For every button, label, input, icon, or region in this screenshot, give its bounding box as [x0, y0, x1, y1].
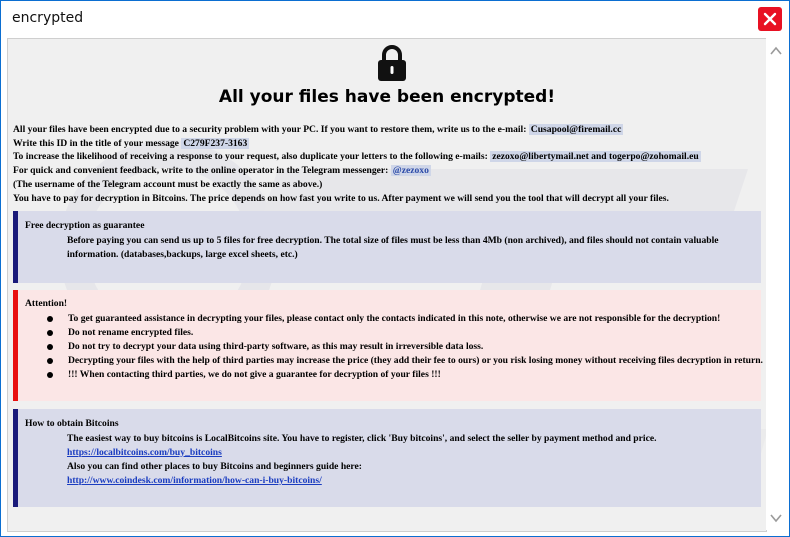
title-bar[interactable]: encrypted: [1, 1, 789, 38]
localbitcoins-link[interactable]: https://localbitcoins.com/buy_bitcoins: [67, 447, 222, 458]
list-item: Decrypting your files with the help of t…: [44, 354, 763, 368]
attention-title: Attention!: [25, 298, 68, 309]
close-icon: [758, 7, 782, 31]
scroll-down-arrow-icon[interactable]: [770, 513, 782, 523]
coindesk-link[interactable]: http://www.coindesk.com/information/how-…: [67, 475, 322, 486]
intro-text: All your files have been encrypted due t…: [13, 123, 763, 205]
victim-id[interactable]: C279F237-3163: [181, 137, 250, 149]
vertical-scrollbar[interactable]: [766, 38, 784, 530]
bitcoins-line: The easiest way to buy bitcoins is Local…: [67, 433, 657, 444]
guarantee-body: Before paying you can send us up to 5 fi…: [67, 234, 719, 262]
list-item: !!! When contacting third parties, we do…: [44, 368, 763, 382]
backup-emails[interactable]: zezoxo@libertymail.net and togerpo@zohom…: [490, 151, 701, 163]
window-title: encrypted: [12, 10, 84, 26]
bitcoins-title: How to obtain Bitcoins: [25, 418, 119, 429]
intro-line: You have to pay for decryption in Bitcoi…: [13, 192, 669, 204]
bitcoins-line: Also you can find other places to buy Bi…: [67, 461, 362, 472]
guarantee-line: Before paying you can send us up to 5 fi…: [67, 235, 719, 246]
headline: All your files have been encrypted!: [218, 87, 556, 107]
list-item: Do not rename encrypted files.: [44, 326, 763, 340]
list-item: To get guaranteed assistance in decrypti…: [44, 312, 763, 326]
scroll-up-arrow-icon[interactable]: [770, 46, 782, 56]
intro-line: To increase the likelihood of receiving …: [13, 151, 701, 163]
bitcoins-body: The easiest way to buy bitcoins is Local…: [67, 432, 656, 488]
telegram-handle[interactable]: @zezoxo: [390, 165, 431, 177]
close-button[interactable]: [758, 7, 782, 31]
bitcoins-box: How to obtain Bitcoins The easiest way t…: [13, 409, 761, 507]
guarantee-title: Free decryption as guarantee: [25, 220, 145, 231]
contact-email[interactable]: Cusapool@firemail.cc: [528, 124, 624, 135]
ransom-note-window: encrypted All your files have been encry…: [0, 0, 790, 537]
list-item: Do not try to decrypt your data using th…: [44, 340, 763, 354]
guarantee-line: information. (databases,backups, large e…: [67, 249, 298, 260]
attention-list: To get guaranteed assistance in decrypti…: [44, 312, 763, 382]
intro-line: (The username of the Telegram account mu…: [13, 178, 323, 190]
attention-box: Attention! To get guaranteed assistance …: [13, 290, 763, 401]
intro-line: Write this ID in the title of your messa…: [13, 137, 250, 149]
intro-line: For quick and convenient feedback, write…: [13, 165, 431, 177]
intro-line: All your files have been encrypted due t…: [13, 124, 624, 135]
note-content: All your files have been encrypted! All …: [7, 38, 767, 532]
guarantee-box: Free decryption as guarantee Before payi…: [13, 211, 761, 283]
lock-icon: [378, 45, 406, 81]
